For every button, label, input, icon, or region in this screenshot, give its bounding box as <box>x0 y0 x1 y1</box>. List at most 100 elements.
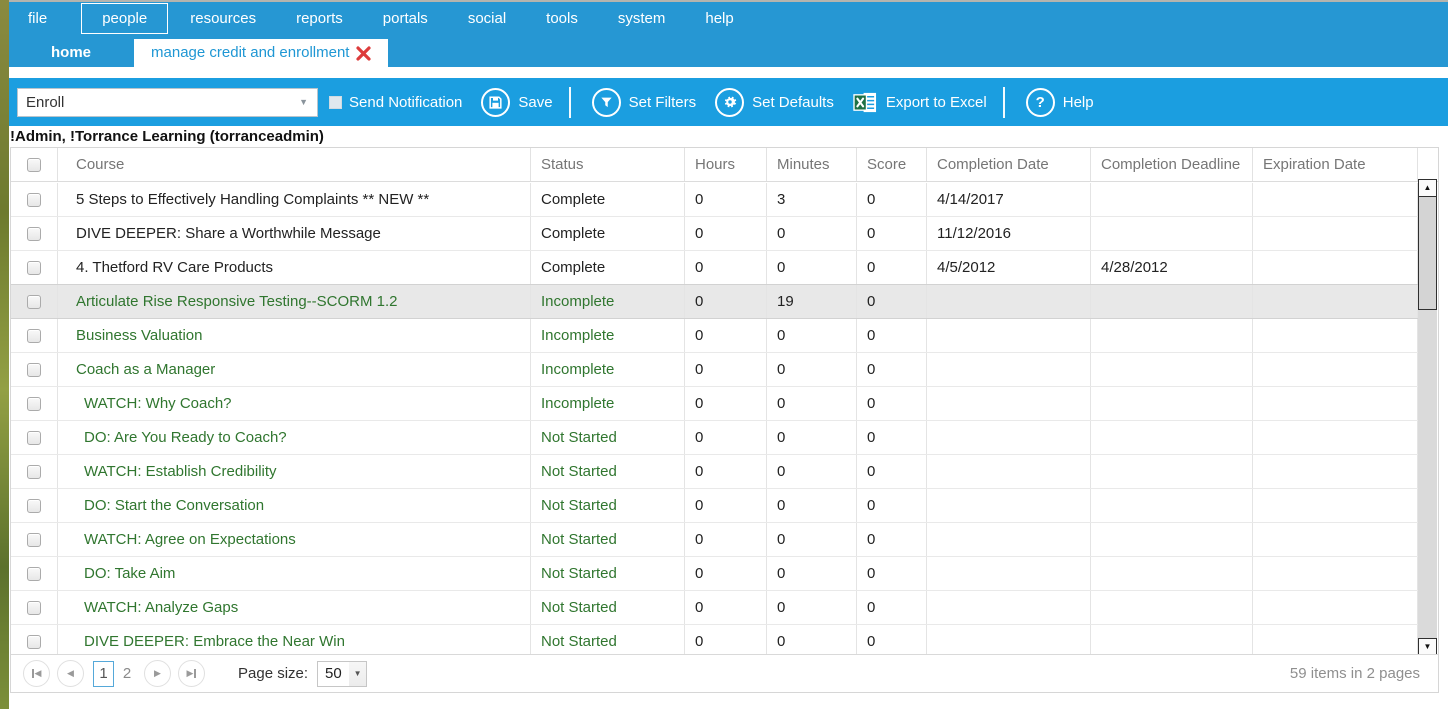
save-button[interactable]: Save <box>481 88 552 117</box>
row-checkbox[interactable] <box>27 533 41 547</box>
menu-item-file[interactable]: file <box>16 5 59 32</box>
tab-manage-credit-and-enrollment[interactable]: manage credit and enrollment <box>134 39 388 67</box>
tab-home[interactable]: home <box>30 39 112 67</box>
completion-date-cell <box>927 591 1091 624</box>
column-header-status[interactable]: Status <box>531 148 685 181</box>
expiration-date-cell <box>1253 183 1418 216</box>
status-cell: Not Started <box>531 591 685 624</box>
expiration-date-cell <box>1253 591 1418 624</box>
course-cell: DIVE DEEPER: Embrace the Near Win <box>58 625 531 656</box>
row-checkbox[interactable] <box>27 227 41 241</box>
menu-item-reports[interactable]: reports <box>284 5 355 32</box>
completion-deadline-cell <box>1091 319 1253 352</box>
row-checkbox[interactable] <box>27 295 41 309</box>
row-checkbox[interactable] <box>27 465 41 479</box>
menu-item-system[interactable]: system <box>606 5 678 32</box>
page-size-select[interactable]: 50 ▼ <box>317 661 367 687</box>
expiration-date-cell <box>1253 523 1418 556</box>
page-number-current[interactable]: 1 <box>93 661 114 687</box>
status-cell: Incomplete <box>531 285 685 318</box>
hours-cell: 0 <box>685 625 767 656</box>
score-cell: 0 <box>857 217 927 250</box>
next-page-button[interactable]: ▶ <box>144 660 171 687</box>
column-header-score[interactable]: Score <box>857 148 927 181</box>
row-checkbox[interactable] <box>27 261 41 275</box>
menu-item-people[interactable]: people <box>81 3 168 34</box>
status-cell: Complete <box>531 183 685 216</box>
course-cell: DO: Take Aim <box>58 557 531 590</box>
row-checkbox[interactable] <box>27 601 41 615</box>
previous-page-button[interactable]: ◀ <box>57 660 84 687</box>
completion-deadline-cell <box>1091 421 1253 454</box>
row-checkbox[interactable] <box>27 635 41 649</box>
column-header-hours[interactable]: Hours <box>685 148 767 181</box>
hours-cell: 0 <box>685 353 767 386</box>
set-filters-label: Set Filters <box>629 94 697 111</box>
first-page-button[interactable]: ◀ <box>23 660 50 687</box>
table-row[interactable]: WATCH: Why Coach?Incomplete000 <box>11 387 1418 421</box>
column-header-course[interactable]: Course <box>58 148 531 181</box>
table-row[interactable]: Articulate Rise Responsive Testing--SCOR… <box>11 284 1418 319</box>
checkbox-icon <box>329 96 342 109</box>
table-row[interactable]: DIVE DEEPER: Share a Worthwhile MessageC… <box>11 217 1418 251</box>
select-all-checkbox[interactable] <box>27 158 41 172</box>
table-row[interactable]: WATCH: Agree on ExpectationsNot Started0… <box>11 523 1418 557</box>
scrollbar-track[interactable] <box>1418 310 1437 638</box>
table-row[interactable]: 5 Steps to Effectively Handling Complain… <box>11 183 1418 217</box>
completion-date-cell <box>927 557 1091 590</box>
table-row[interactable]: WATCH: Establish CredibilityNot Started0… <box>11 455 1418 489</box>
row-checkbox[interactable] <box>27 329 41 343</box>
column-header-expiration-date[interactable]: Expiration Date <box>1253 148 1418 181</box>
table-row[interactable]: DO: Take AimNot Started000 <box>11 557 1418 591</box>
main-menu: file people resources reports portals socialt… <box>9 2 1448 35</box>
app-window: file people resources reports portals socialt… <box>0 0 1448 709</box>
column-header-completion-date[interactable]: Completion Date <box>927 148 1091 181</box>
help-button[interactable]: ? Help <box>1026 88 1094 117</box>
course-cell: 5 Steps to Effectively Handling Complain… <box>58 183 531 216</box>
header-filler <box>1418 148 1438 181</box>
enroll-dropdown[interactable]: Enroll ▼ <box>17 88 318 117</box>
menu-item-tools[interactable]: tools <box>534 5 590 32</box>
row-checkbox[interactable] <box>27 567 41 581</box>
completion-deadline-cell <box>1091 285 1253 318</box>
row-checkbox[interactable] <box>27 363 41 377</box>
export-to-excel-button[interactable]: Export to Excel <box>853 91 987 114</box>
menu-item-portals[interactable]: portals <box>371 5 440 32</box>
minutes-cell: 0 <box>767 455 857 488</box>
menu-item-social[interactable]: social <box>456 5 518 32</box>
course-cell: DIVE DEEPER: Share a Worthwhile Message <box>58 217 531 250</box>
last-page-button[interactable]: ▶ <box>178 660 205 687</box>
table-row[interactable]: Coach as a ManagerIncomplete000 <box>11 353 1418 387</box>
set-filters-button[interactable]: Set Filters <box>592 88 697 117</box>
completion-date-cell: 11/12/2016 <box>927 217 1091 250</box>
page-number-2[interactable]: 2 <box>120 665 134 682</box>
column-header-completion-deadline[interactable]: Completion Deadline <box>1091 148 1253 181</box>
row-checkbox-cell <box>11 523 58 556</box>
menu-item-resources[interactable]: resources <box>178 5 268 32</box>
row-checkbox[interactable] <box>27 499 41 513</box>
column-header-minutes[interactable]: Minutes <box>767 148 857 181</box>
scroll-up-button[interactable]: ▲ <box>1418 179 1437 197</box>
table-row[interactable]: 4. Thetford RV Care ProductsComplete0004… <box>11 251 1418 285</box>
pager: ◀ ◀ 1 2 ▶ ▶ Page size: 50 ▼ 59 items in … <box>11 654 1438 692</box>
row-checkbox[interactable] <box>27 397 41 411</box>
menu-item-help[interactable]: help <box>693 5 745 32</box>
table-row[interactable]: WATCH: Analyze GapsNot Started000 <box>11 591 1418 625</box>
table-row[interactable]: Business ValuationIncomplete000 <box>11 319 1418 353</box>
table-row[interactable]: DIVE DEEPER: Embrace the Near WinNot Sta… <box>11 625 1418 656</box>
enroll-dropdown-value: Enroll <box>26 94 64 111</box>
previous-page-icon: ◀ <box>67 669 74 678</box>
tab-home-label: home <box>51 44 91 61</box>
table-row[interactable]: DO: Start the ConversationNot Started000 <box>11 489 1418 523</box>
scrollbar-thumb[interactable] <box>1418 197 1437 310</box>
status-cell: Not Started <box>531 421 685 454</box>
table-row[interactable]: DO: Are You Ready to Coach?Not Started00… <box>11 421 1418 455</box>
row-checkbox[interactable] <box>27 193 41 207</box>
send-notification-checkbox[interactable]: Send Notification <box>329 94 462 111</box>
row-checkbox[interactable] <box>27 431 41 445</box>
course-cell: DO: Are You Ready to Coach? <box>58 421 531 454</box>
close-tab-icon[interactable] <box>356 46 371 61</box>
user-header: !Admin, !Torrance Learning (torranceadmi… <box>10 128 324 145</box>
vertical-scrollbar[interactable]: ▲ ▼ <box>1418 179 1437 656</box>
set-defaults-button[interactable]: Set Defaults <box>715 88 834 117</box>
